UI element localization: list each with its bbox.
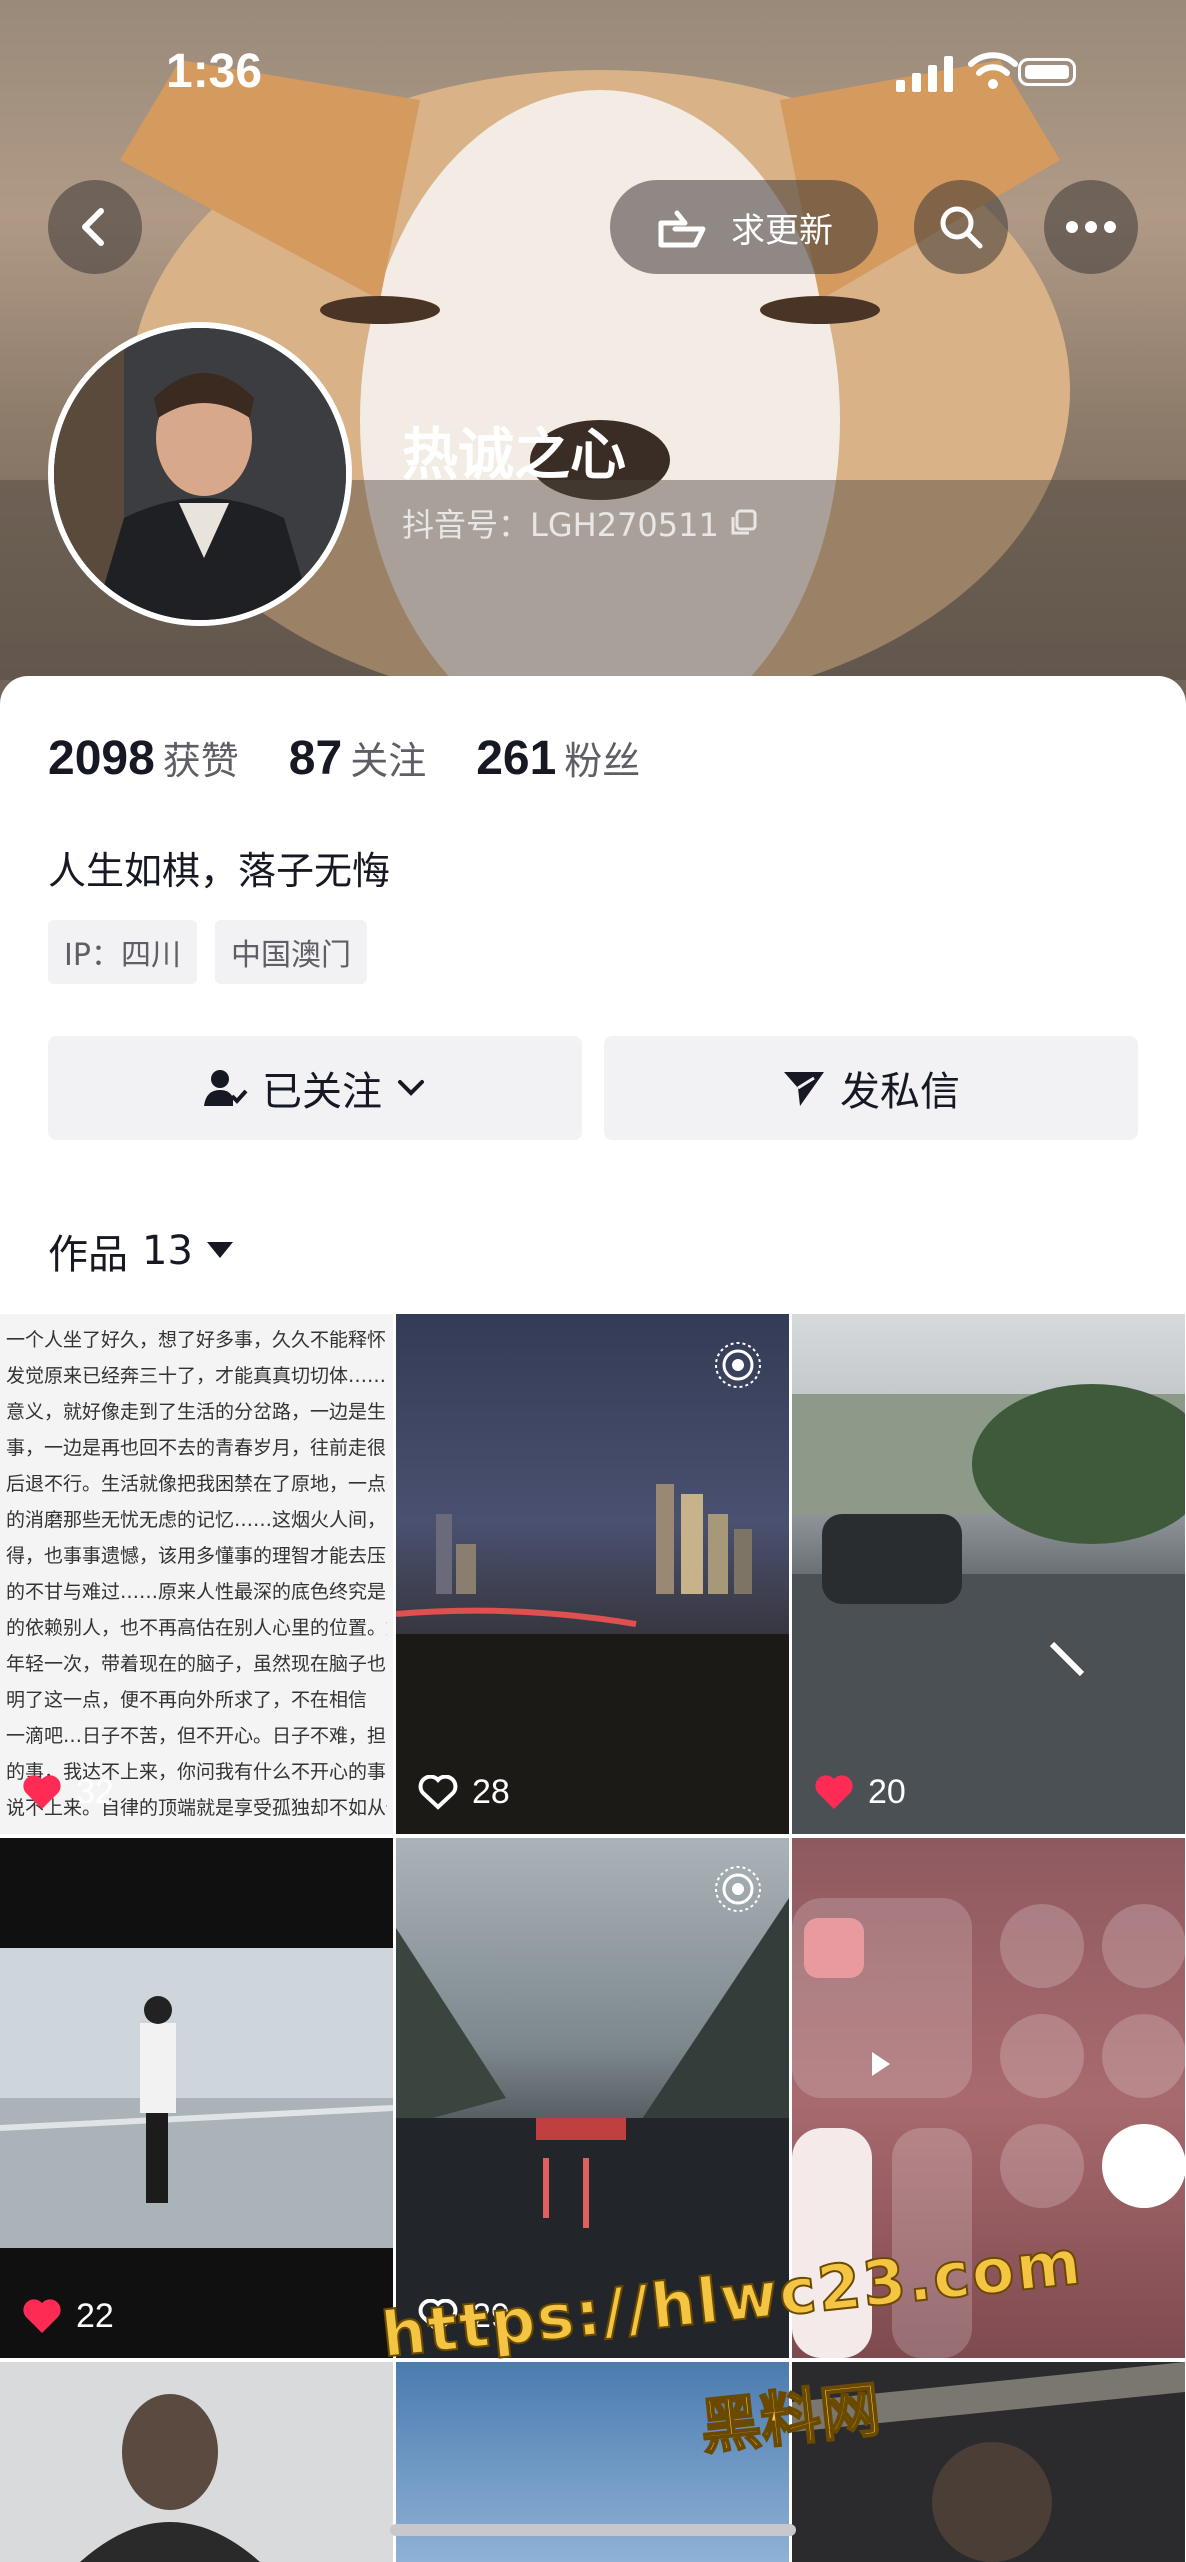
post-likes-count: 22 bbox=[76, 2297, 114, 2335]
post-likes: 22 bbox=[22, 2297, 114, 2336]
avatar[interactable] bbox=[48, 322, 352, 626]
action-buttons: 已关注 发私信 bbox=[48, 1036, 1138, 1140]
tab-works[interactable]: 作品 13 bbox=[48, 1222, 233, 1280]
wifi-icon bbox=[968, 52, 1018, 89]
live-photo-icon bbox=[715, 1342, 761, 1388]
stat-following-value: 87 bbox=[288, 732, 343, 785]
more-button[interactable] bbox=[1044, 180, 1138, 274]
post-card[interactable]: 一个人坐了好久，想了好多事，久久不能释怀，突然发觉原来已经奔三十了，才能真真切切… bbox=[0, 1314, 393, 1834]
avatar-photo bbox=[54, 328, 346, 620]
paper-plane-icon bbox=[784, 1072, 824, 1106]
post-card[interactable]: 28 bbox=[396, 1314, 789, 1834]
stat-followers-value: 261 bbox=[476, 732, 557, 785]
heart-filled-icon bbox=[815, 1774, 853, 1809]
stat-likes-label: 获赞 bbox=[162, 739, 239, 783]
heart-filled-icon bbox=[23, 1774, 61, 1809]
post-text-line: 的依赖别人，也不再高估在别人心里的位置。好想 bbox=[6, 1617, 387, 1639]
caret-down-icon bbox=[206, 1242, 233, 1258]
request-update-button[interactable]: 求更新 bbox=[610, 180, 878, 274]
post-likes: 20 bbox=[814, 1773, 906, 1812]
live-photo-icon bbox=[715, 1866, 761, 1912]
works-label: 作品 bbox=[48, 1232, 128, 1278]
post-text-line: 得，也事事遗憾，该用多懂事的理智才能去压抑住心 bbox=[6, 1545, 387, 1567]
highway-car-thumbnail bbox=[792, 1384, 1185, 1834]
post-card[interactable] bbox=[0, 2362, 393, 2562]
home-indicator[interactable] bbox=[390, 2524, 796, 2536]
post-text-line: 发觉原来已经奔三十了，才能真真切切体……生活的 bbox=[6, 1365, 387, 1387]
status-time: 1:36 bbox=[166, 45, 263, 98]
post-text-line: 后退不行。生活就像把我困禁在了原地，一点一点 bbox=[6, 1473, 387, 1495]
night-city-thumbnail bbox=[396, 1484, 789, 1834]
post-text-line: 事，一边是再也回不去的青春岁月，往前走很累， bbox=[6, 1437, 387, 1459]
battery-icon bbox=[1018, 58, 1076, 86]
pointing-hand-icon bbox=[658, 210, 706, 248]
send-message-label: 发私信 bbox=[840, 1069, 960, 1115]
ip-location-tag: IP：四川 bbox=[48, 920, 197, 984]
post-text-line: 一个人坐了好久，想了好多事，久久不能释怀，突然 bbox=[6, 1329, 387, 1351]
following-label: 已关注 bbox=[262, 1069, 382, 1115]
chevron-left-icon bbox=[82, 208, 104, 246]
status-bar: 1:36 bbox=[0, 40, 1186, 110]
profile-header: 1:36 求更新 热诚之心 抖音号：LGH270511 bbox=[0, 0, 1186, 720]
post-text-line: 的不甘与难过……原来人性最深的底色终究是自私与 bbox=[6, 1581, 387, 1603]
stat-followers-label: 粉丝 bbox=[564, 739, 641, 783]
post-text-line: 我的事情太多了，无能为力的时候也 bbox=[6, 1826, 387, 1834]
cellular-signal-icon bbox=[896, 56, 953, 92]
search-button[interactable] bbox=[914, 180, 1008, 274]
send-message-button[interactable]: 发私信 bbox=[604, 1036, 1138, 1140]
post-likes-count: 20 bbox=[868, 1773, 906, 1811]
chevron-down-icon bbox=[398, 1080, 424, 1096]
post-text-line: 一滴吧…日子不苦，但不开心。日子不难，担心很 bbox=[6, 1725, 387, 1747]
copy-icon[interactable] bbox=[729, 509, 757, 537]
post-likes: 32 bbox=[22, 1773, 114, 1812]
heart-outline-icon bbox=[418, 1774, 458, 1810]
nickname: 热诚之心 bbox=[402, 423, 626, 488]
stats-row: 2098 获赞 87 关注 261 粉丝 bbox=[48, 730, 640, 786]
balcony-person-thumbnail bbox=[0, 1948, 393, 2248]
heart-filled-icon bbox=[23, 2298, 61, 2333]
post-likes: 28 bbox=[418, 1773, 510, 1812]
works-count: 13 bbox=[142, 1228, 193, 1274]
stat-likes[interactable]: 2098 获赞 bbox=[48, 730, 239, 786]
request-update-label: 求更新 bbox=[731, 210, 833, 251]
post-text-line: 的消磨那些无忧无虑的记忆……这烟火人间，事事值 bbox=[6, 1509, 387, 1531]
more-dots-icon bbox=[1066, 221, 1116, 233]
stat-followers[interactable]: 261 粉丝 bbox=[476, 730, 640, 786]
stat-following[interactable]: 87 关注 bbox=[289, 730, 426, 786]
user-check-icon bbox=[204, 1070, 248, 1106]
post-text-line: 意义，就好像走到了生活的分岔路，一边是生活的 bbox=[6, 1401, 387, 1423]
post-likes-count: 32 bbox=[76, 1773, 114, 1811]
portrait-thumbnail bbox=[80, 2394, 260, 2562]
post-card[interactable]: 20 bbox=[792, 1314, 1185, 1834]
tag-row: IP：四川 中国澳门 bbox=[48, 920, 367, 984]
douyin-id: 抖音号：LGH270511 bbox=[402, 506, 719, 544]
douyin-id-row[interactable]: 抖音号：LGH270511 bbox=[402, 500, 757, 546]
post-text-line: 明了这一点，便不再向外所求了，不在相信 bbox=[6, 1689, 368, 1711]
following-button[interactable]: 已关注 bbox=[48, 1036, 582, 1140]
region-tag: 中国澳门 bbox=[214, 920, 367, 984]
post-card[interactable]: 22 bbox=[0, 1838, 393, 2358]
back-button[interactable] bbox=[48, 180, 142, 274]
bio: 人生如棋，落子无悔 bbox=[48, 849, 391, 893]
search-icon bbox=[940, 206, 983, 249]
stat-likes-value: 2098 bbox=[48, 732, 155, 785]
stat-following-label: 关注 bbox=[350, 739, 427, 783]
post-text-line: 年轻一次，带着现在的脑子，虽然现在脑子也不是 bbox=[6, 1653, 387, 1675]
post-text-content: 一个人坐了好久，想了好多事，久久不能释怀，突然发觉原来已经奔三十了，才能真真切切… bbox=[6, 1322, 387, 1834]
post-likes-count: 28 bbox=[472, 1773, 510, 1811]
